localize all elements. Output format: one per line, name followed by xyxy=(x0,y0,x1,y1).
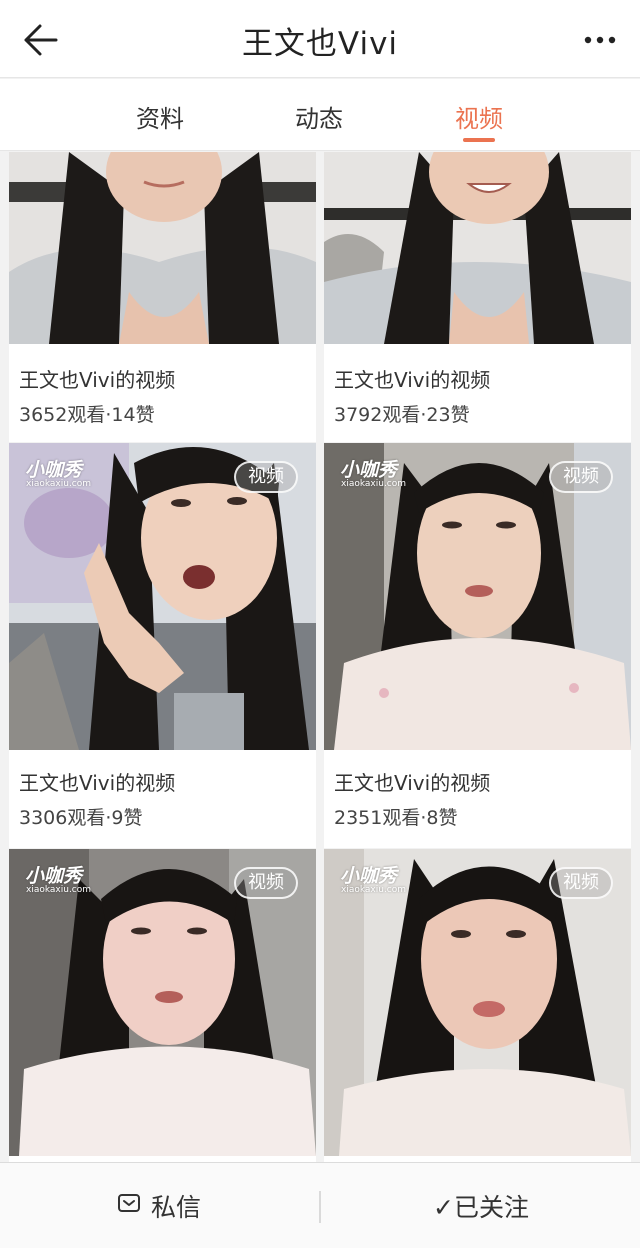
watermark-url: xiaokaxiu.com xyxy=(26,479,92,489)
watermark-logo: 小咖秀 xyxy=(25,865,83,887)
watermark-logo: 小咖秀 xyxy=(340,865,398,887)
watermark-url: xiaokaxiu.com xyxy=(341,885,407,895)
more-dots-icon xyxy=(584,36,616,44)
tab-feed[interactable]: 动态 xyxy=(264,99,374,134)
video-thumbnail[interactable]: 小咖秀 xiaokaxiu.com 视频 xyxy=(324,849,631,1156)
video-thumbnail[interactable] xyxy=(324,152,631,344)
tab-profile[interactable]: 资料 xyxy=(105,99,215,134)
video-badge: 视频 xyxy=(234,461,298,493)
video-thumbnail[interactable]: 小咖秀 xiaokaxiu.com 视频 xyxy=(9,849,316,1156)
video-grid: 王文也Vivi的视频 3652观看·14赞 王文也Vivi的视频 3792观看·… xyxy=(0,152,640,1162)
video-title: 王文也Vivi的视频 xyxy=(334,771,491,795)
watermark-url: xiaokaxiu.com xyxy=(341,479,407,489)
video-title: 王文也Vivi的视频 xyxy=(19,368,176,392)
video-badge: 视频 xyxy=(549,867,613,899)
video-thumbnail[interactable]: 小咖秀 xiaokaxiu.com 视频 xyxy=(324,443,631,750)
video-thumbnail[interactable] xyxy=(9,152,316,344)
message-icon xyxy=(117,1192,141,1221)
video-stats: 3306观看·9赞 xyxy=(19,807,143,829)
video-badge: 视频 xyxy=(234,867,298,899)
page-title: 王文也Vivi xyxy=(241,26,399,62)
active-tab-indicator xyxy=(463,138,495,142)
watermark-logo: 小咖秀 xyxy=(25,459,83,481)
tab-videos[interactable]: 视频 xyxy=(424,99,534,134)
profile-tabs: 资料 动态 视频 xyxy=(0,79,640,151)
video-card[interactable]: 王文也Vivi的视频 3652观看·14赞 xyxy=(9,152,316,442)
video-card[interactable]: 小咖秀 xiaokaxiu.com 视频 王文也Vivi的视频 2351观看·8… xyxy=(324,443,631,848)
watermark-url: xiaokaxiu.com xyxy=(26,885,92,895)
video-title: 王文也Vivi的视频 xyxy=(334,368,491,392)
following-button[interactable]: ✓已关注 xyxy=(322,1163,640,1248)
video-badge: 视频 xyxy=(549,461,613,493)
video-card[interactable]: 小咖秀 xiaokaxiu.com 视频 王文也Vivi的视频 3306观看·9… xyxy=(9,443,316,848)
message-label: 私信 xyxy=(150,1193,201,1222)
bottom-divider xyxy=(319,1191,321,1223)
video-stats: 2351观看·8赞 xyxy=(334,807,458,829)
video-card[interactable]: 王文也Vivi的视频 3792观看·23赞 xyxy=(324,152,631,442)
bottom-action-bar: 私信 ✓已关注 xyxy=(0,1162,640,1248)
following-label: ✓已关注 xyxy=(433,1193,529,1222)
top-nav-bar: 王文也Vivi xyxy=(0,0,640,78)
video-card[interactable]: 小咖秀 xiaokaxiu.com 视频 xyxy=(324,849,631,1162)
more-button[interactable] xyxy=(578,24,622,56)
watermark-logo: 小咖秀 xyxy=(340,459,398,481)
video-stats: 3652观看·14赞 xyxy=(19,404,155,426)
video-title: 王文也Vivi的视频 xyxy=(19,771,176,795)
video-stats: 3792观看·23赞 xyxy=(334,404,470,426)
message-button[interactable]: 私信 xyxy=(0,1163,318,1248)
video-thumbnail[interactable]: 小咖秀 xiaokaxiu.com 视频 xyxy=(9,443,316,750)
video-card[interactable]: 小咖秀 xiaokaxiu.com 视频 xyxy=(9,849,316,1162)
